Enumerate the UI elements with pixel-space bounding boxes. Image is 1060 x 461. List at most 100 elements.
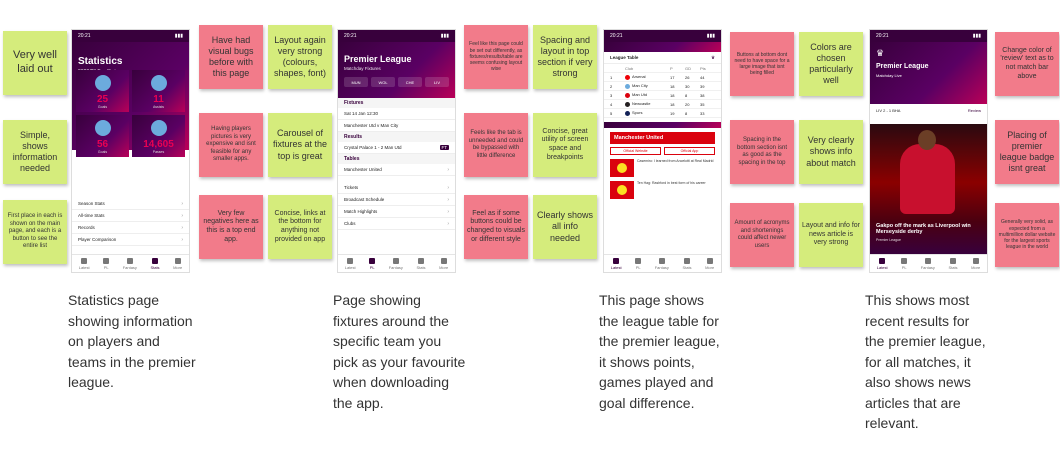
nav-label: More bbox=[173, 264, 183, 270]
cell-gd: 8 bbox=[685, 92, 688, 98]
sticky-note: Have had visual bugs before with this pa… bbox=[199, 25, 263, 89]
nav-item[interactable]: Latest bbox=[877, 257, 888, 270]
news-item[interactable]: Casemiro: I learned from Ancelotti at Re… bbox=[610, 159, 715, 177]
cell-played: 17 bbox=[670, 74, 675, 80]
nav-item[interactable]: PL bbox=[103, 257, 110, 270]
nav-item[interactable]: Fantasy bbox=[389, 257, 403, 270]
list-item-label: Season Stats bbox=[78, 201, 105, 206]
stats-grid: 25 Goals 11 Assists 56 Goals 14,605 Pass… bbox=[72, 70, 189, 157]
nav-item[interactable]: Latest bbox=[345, 257, 356, 270]
phone-statistics-screenshot: 20:21 ▮▮▮ Statistics 2022/23 Top Stats 2… bbox=[71, 29, 190, 273]
nav-item[interactable]: Stats bbox=[150, 257, 160, 270]
fixture-chip[interactable]: CHE bbox=[398, 77, 422, 87]
link-label: Broadcast Schedule bbox=[344, 197, 385, 202]
sticky-note: Carousel of fixtures at the top is great bbox=[268, 113, 332, 177]
nav-item[interactable]: Latest bbox=[611, 257, 622, 270]
stat-card[interactable]: 14,605 Passes bbox=[132, 115, 185, 157]
fixtures-carousel[interactable]: MUN WOL CHE LIV bbox=[344, 77, 449, 87]
table-row[interactable]: Manchester United › bbox=[338, 164, 455, 176]
sticky-note: Very few negatives here as this is a top… bbox=[199, 195, 263, 259]
nav-item[interactable]: Latest bbox=[79, 257, 90, 270]
link-item[interactable]: Match Highlights › bbox=[338, 206, 455, 218]
chevron-right-icon: › bbox=[181, 200, 183, 207]
results-subtitle: Matchday Live bbox=[876, 72, 902, 78]
nav-item[interactable]: More bbox=[705, 257, 714, 270]
table-row[interactable]: 4 Newcastle 18 20 35 bbox=[604, 100, 721, 109]
link-item[interactable]: Broadcast Schedule › bbox=[338, 194, 455, 206]
nav-item[interactable]: Fantasy bbox=[921, 257, 935, 270]
table-row[interactable]: 2 Man City 18 30 39 bbox=[604, 82, 721, 91]
nav-item[interactable]: Stats bbox=[948, 257, 958, 270]
divider bbox=[604, 122, 721, 128]
official-website-button[interactable]: Official Website bbox=[610, 147, 661, 155]
nav-item[interactable]: PL bbox=[901, 257, 908, 270]
nav-item[interactable]: More bbox=[439, 257, 448, 270]
sticky-note: Generally very solid, as expected from a… bbox=[995, 203, 1059, 267]
status-bar: 20:21 ▮▮▮ bbox=[870, 30, 987, 42]
shirt-icon bbox=[658, 257, 665, 264]
cell-team: Man City bbox=[625, 83, 670, 89]
nav-item[interactable]: Fantasy bbox=[655, 257, 669, 270]
link-item[interactable]: Tickets › bbox=[338, 182, 455, 194]
review-link[interactable]: Review bbox=[968, 108, 981, 113]
cell-pts: 33 bbox=[700, 110, 705, 116]
nav-item[interactable]: Fantasy bbox=[123, 257, 137, 270]
link-item[interactable]: Clubs › bbox=[338, 218, 455, 230]
list-item[interactable]: Player Comparison › bbox=[72, 234, 189, 246]
team-name: Newcastle bbox=[632, 101, 651, 107]
nav-label: Stats bbox=[416, 264, 426, 270]
table-row[interactable]: 5 Spurs 19 8 33 bbox=[604, 109, 721, 118]
link-label: Clubs bbox=[344, 221, 356, 226]
sticky-note: Very well laid out bbox=[3, 31, 67, 95]
club-badge-icon bbox=[625, 101, 630, 107]
news-hero-image[interactable]: Gakpo off the mark as Liverpool win Mers… bbox=[870, 124, 987, 254]
stat-value: 14,605 bbox=[143, 139, 174, 150]
official-app-button[interactable]: Official App bbox=[664, 147, 715, 155]
stat-card[interactable]: 11 Assists bbox=[132, 70, 185, 112]
bottom-nav: Latest PL Fantasy Stats More bbox=[604, 254, 721, 272]
nav-item[interactable]: Stats bbox=[416, 257, 426, 270]
sticky-note: Placing of premier league badge isnt gre… bbox=[995, 120, 1059, 184]
phone-fixtures-screenshot: 20:21 ▮▮▮ Premier League Matchday Fixtur… bbox=[337, 29, 456, 273]
fixture-chip[interactable]: MUN bbox=[344, 77, 368, 87]
table-row[interactable]: 1 Arsenal 17 26 44 bbox=[604, 73, 721, 82]
cell-gd: 30 bbox=[685, 83, 690, 89]
sticky-note: Feel as if some buttons could be changed… bbox=[464, 195, 528, 259]
sticky-note: Layout and info for news article is very… bbox=[799, 203, 863, 267]
nav-item[interactable]: More bbox=[971, 257, 980, 270]
news-item[interactable]: Ten Hag: Rashford in best form of his ca… bbox=[610, 181, 715, 199]
list-item[interactable]: Records › bbox=[72, 222, 189, 234]
nav-item[interactable]: More bbox=[173, 257, 183, 270]
caption-results: This shows most recent results for the p… bbox=[865, 292, 986, 431]
news-hero-caption: Gakpo off the mark as Liverpool win Mers… bbox=[876, 223, 981, 242]
review-board: Very well laid out Simple, shows informa… bbox=[0, 0, 1060, 461]
status-time: 20:21 bbox=[610, 33, 623, 39]
more-icon bbox=[706, 257, 713, 264]
stat-label: Passes bbox=[152, 150, 165, 154]
nav-label: Stats bbox=[150, 264, 160, 270]
nav-item[interactable]: PL bbox=[369, 257, 376, 270]
stat-card[interactable]: 25 Goals bbox=[76, 70, 129, 112]
fixture-chip[interactable]: LIV bbox=[425, 77, 449, 87]
table-row[interactable]: 3 Man Utd 18 8 38 bbox=[604, 91, 721, 100]
shirt-icon bbox=[126, 257, 133, 264]
stat-card[interactable]: 56 Goals bbox=[76, 115, 129, 157]
player-avatar bbox=[150, 75, 167, 91]
club-badge-icon bbox=[625, 83, 630, 89]
sticky-note: Amount of acronyms and shortenings could… bbox=[730, 203, 794, 267]
nav-item[interactable]: Stats bbox=[682, 257, 692, 270]
fixture-row[interactable]: Manchester Utd v Man City bbox=[338, 120, 455, 132]
sticky-note: Spacing and layout in top section if ver… bbox=[533, 25, 597, 89]
fixture-row[interactable]: Sat 14 Jan 12:30 bbox=[338, 108, 455, 120]
fixture-chip[interactable]: WOL bbox=[371, 77, 395, 87]
score-strip[interactable]: LIV 2 - 1 BHA Review bbox=[870, 104, 987, 116]
status-time: 20:21 bbox=[344, 33, 357, 39]
nav-item[interactable]: PL bbox=[635, 257, 642, 270]
list-item[interactable]: Season Stats › bbox=[72, 198, 189, 210]
result-row[interactable]: Crystal Palace 1 - 2 Man Utd FT bbox=[338, 142, 455, 154]
results-title: Premier League bbox=[876, 63, 929, 70]
table-header-row: Club P GD Pts bbox=[604, 64, 721, 73]
list-item[interactable]: All-time Stats › bbox=[72, 210, 189, 222]
stats-icon bbox=[418, 257, 424, 264]
club-badge-icon bbox=[94, 120, 111, 136]
